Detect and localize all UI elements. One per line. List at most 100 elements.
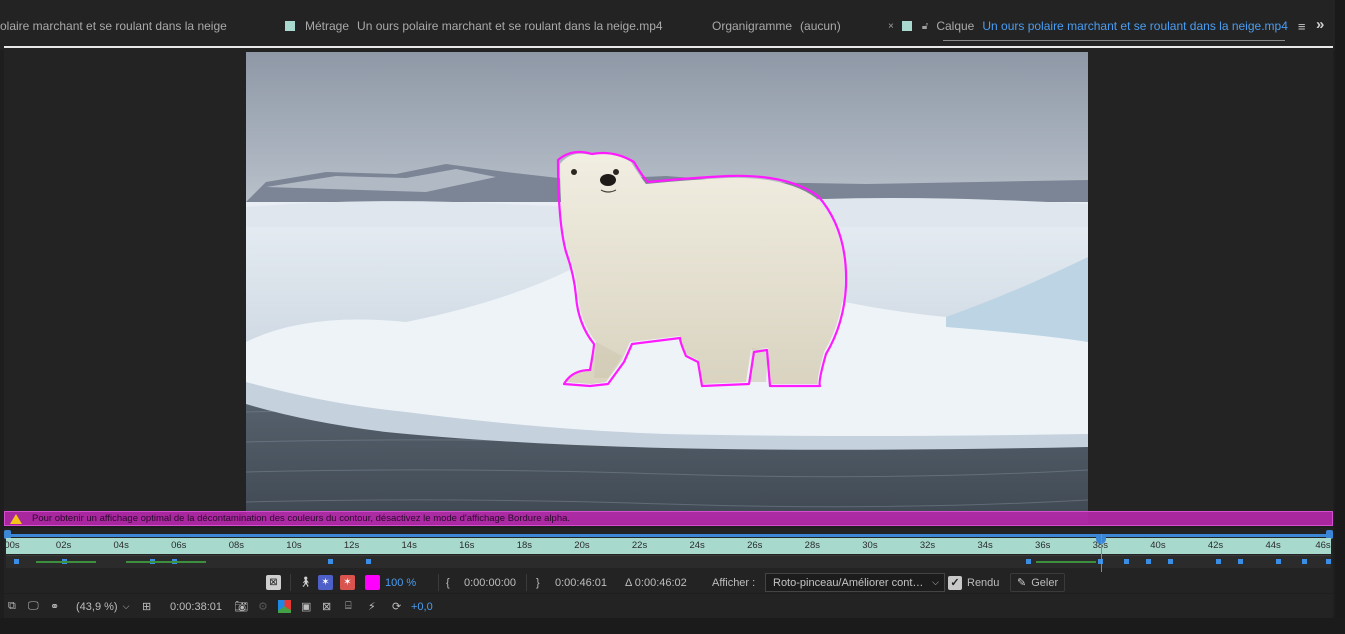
panel-menu-icon[interactable]: ≡: [1298, 19, 1306, 34]
overlay-opacity[interactable]: 100 %: [385, 575, 416, 590]
safe-zones-icon[interactable]: ⊞: [142, 599, 151, 614]
time-ruler[interactable]: 00s 02s 04s 06s 08s 10s 12s 14s 16s 18s 20s 22s 24s 2…: [4, 538, 1331, 554]
ruler-tick-label: 46s: [1315, 540, 1331, 551]
set-out-point-icon[interactable]: }: [536, 575, 540, 590]
roto-keyframe[interactable]: [1026, 559, 1031, 564]
roto-keyframe[interactable]: [1276, 559, 1281, 564]
tab-footage-label: Un ours polaire marchant et se roulant d…: [357, 19, 663, 33]
freeze-brush-icon: ✎: [1017, 577, 1027, 589]
toggle-alpha-icon[interactable]: ⊠: [266, 575, 281, 590]
propagated-span: [36, 561, 96, 563]
roto-keyframe[interactable]: [1216, 559, 1221, 564]
roto-keyframe[interactable]: [366, 559, 371, 564]
roto-keyframe[interactable]: [1326, 559, 1331, 564]
ruler-tick-label: 26s: [747, 540, 763, 551]
tab-flowchart-prefix: Organigramme: [712, 19, 793, 33]
lock-icon[interactable]: 🔓︎: [922, 21, 928, 32]
tab-footage-prefix: Métrage: [305, 19, 350, 33]
reset-exposure-icon[interactable]: ⟳: [392, 599, 401, 614]
video-frame[interactable]: [246, 52, 1088, 524]
current-time-indicator[interactable]: [1095, 534, 1107, 574]
separator: [290, 574, 291, 591]
close-tab-icon[interactable]: ×: [888, 21, 894, 32]
tab-overflow-icon[interactable]: »: [1316, 16, 1324, 33]
show-person-icon[interactable]: 🚶︎: [298, 575, 313, 590]
ruler-tick-label: 22s: [631, 540, 648, 551]
footage-color-swatch: [285, 21, 295, 31]
zoom-dropdown[interactable]: (43,9 %) ⌵: [76, 599, 129, 614]
tab-footage[interactable]: Métrage Un ours polaire marchant et se r…: [285, 18, 663, 34]
layer-controls-icon[interactable]: ⌸: [345, 599, 352, 614]
snapshot-camera-icon[interactable]: 📷︎: [234, 599, 248, 614]
ruler-tick-label: 12s: [343, 540, 360, 551]
ruler-tick-label: 04s: [113, 540, 129, 551]
region-of-interest-icon[interactable]: ▣: [301, 599, 311, 614]
warning-icon: [10, 513, 22, 524]
roto-keyframe-track[interactable]: [6, 555, 1331, 568]
ruler-tick-label: 18s: [516, 540, 533, 551]
roto-keyframe[interactable]: [1302, 559, 1307, 564]
ruler-tick-label: 16s: [459, 540, 475, 551]
layer-color-swatch: [901, 21, 912, 31]
channels-icon[interactable]: [278, 599, 291, 614]
ruler-tick-label: 40s: [1150, 540, 1166, 551]
roto-brush-toolbar: ⊠ 🚶︎ ✶ ✶ 100 % { 0:00:00:00 } 0:00:46:01…: [4, 572, 1333, 593]
ruler-tick-label: 00s: [4, 540, 20, 551]
view-mode-value: Roto-pinceau/Améliorer cont…: [773, 576, 924, 589]
always-preview-icon[interactable]: ⧉: [8, 599, 16, 614]
view-label: Afficher :: [712, 576, 756, 589]
viewer-bottom-toolbar: ⧉ 🖵︎ ⚭ (43,9 %) ⌵ ⊞ 0:00:38:01 📷︎ ⚙ ▣ ⊠ …: [4, 594, 1333, 618]
outline-color-swatch[interactable]: [365, 575, 380, 590]
exposure-value[interactable]: +0,0: [411, 599, 433, 614]
ruler-tick-label: 02s: [55, 540, 72, 551]
ruler-tick-label: 44s: [1265, 540, 1281, 551]
ruler-tick-label: 06s: [171, 540, 187, 551]
ruler-tick-label: 36s: [1035, 540, 1051, 551]
playhead-line: [1100, 534, 1102, 574]
in-point-time[interactable]: 0:00:00:00: [464, 575, 516, 590]
freeze-button[interactable]: ✎ Geler: [1010, 573, 1066, 592]
active-tab-indicator: [943, 40, 1285, 41]
ruler-tick-label: 20s: [574, 540, 590, 551]
ruler-tick-label: 34s: [977, 540, 993, 551]
roto-keyframe[interactable]: [328, 559, 333, 564]
tab-flowchart[interactable]: Organigramme (aucun): [712, 18, 841, 34]
ruler-tick-label: 14s: [401, 540, 417, 551]
checkmark-icon: ✓: [948, 575, 962, 590]
work-area-bar[interactable]: [6, 534, 1331, 537]
roto-keyframe[interactable]: [1168, 559, 1173, 564]
roto-keyframe[interactable]: [14, 559, 19, 564]
transparency-grid-icon[interactable]: ⊠: [322, 599, 331, 614]
panel-tab-bar: olaire marchant et se roulant dans la ne…: [0, 0, 1345, 50]
alpha-boundary-icon[interactable]: ✶: [340, 575, 355, 590]
set-in-point-icon[interactable]: {: [446, 575, 450, 590]
tab-layer[interactable]: × 🔓︎ Calque Un ours polaire marchant et …: [888, 18, 1305, 34]
tab-composition[interactable]: olaire marchant et se roulant dans la ne…: [0, 18, 227, 34]
roto-keyframe[interactable]: [1146, 559, 1151, 564]
mask-visibility-icon[interactable]: ⚭: [50, 599, 59, 614]
chevron-down-icon: ⌵: [932, 577, 939, 587]
show-snapshot-icon[interactable]: ⚙: [258, 599, 268, 614]
ruler-tick-label: 08s: [228, 540, 245, 551]
rgb-channels-icon: [278, 600, 291, 613]
ruler-tick-label: 30s: [862, 540, 878, 551]
duration-time: Δ 0:00:46:02: [625, 576, 687, 589]
alpha-border-warning-bar: Pour obtenir un affichage optimal de la …: [4, 511, 1333, 526]
roto-keyframe[interactable]: [1238, 559, 1243, 564]
propagated-span: [1036, 561, 1096, 563]
current-timecode[interactable]: 0:00:38:01: [170, 599, 222, 614]
ruler-tick-label: 10s: [286, 540, 302, 551]
out-point-time[interactable]: 0:00:46:01: [555, 575, 607, 590]
alpha-overlay-icon[interactable]: ✶: [318, 575, 333, 590]
chevron-down-icon: ⌵: [122, 601, 130, 611]
warning-text: Pour obtenir un affichage optimal de la …: [32, 513, 571, 524]
view-mode-dropdown[interactable]: Roto-pinceau/Améliorer cont… ⌵: [765, 573, 945, 592]
render-label: Rendu: [967, 576, 1000, 589]
tab-bar-divider: [4, 46, 1333, 48]
ruler-tick-label: 24s: [689, 540, 705, 551]
layer-timeline[interactable]: 00s 02s 04s 06s 08s 10s 12s 14s 16s 18s 20s 22s 24s 2…: [4, 528, 1333, 574]
fast-previews-icon[interactable]: ⚡︎: [368, 599, 376, 614]
monitor-icon[interactable]: 🖵︎: [28, 599, 39, 614]
render-checkbox[interactable]: ✓ Rendu: [948, 575, 999, 590]
roto-keyframe[interactable]: [1124, 559, 1129, 564]
